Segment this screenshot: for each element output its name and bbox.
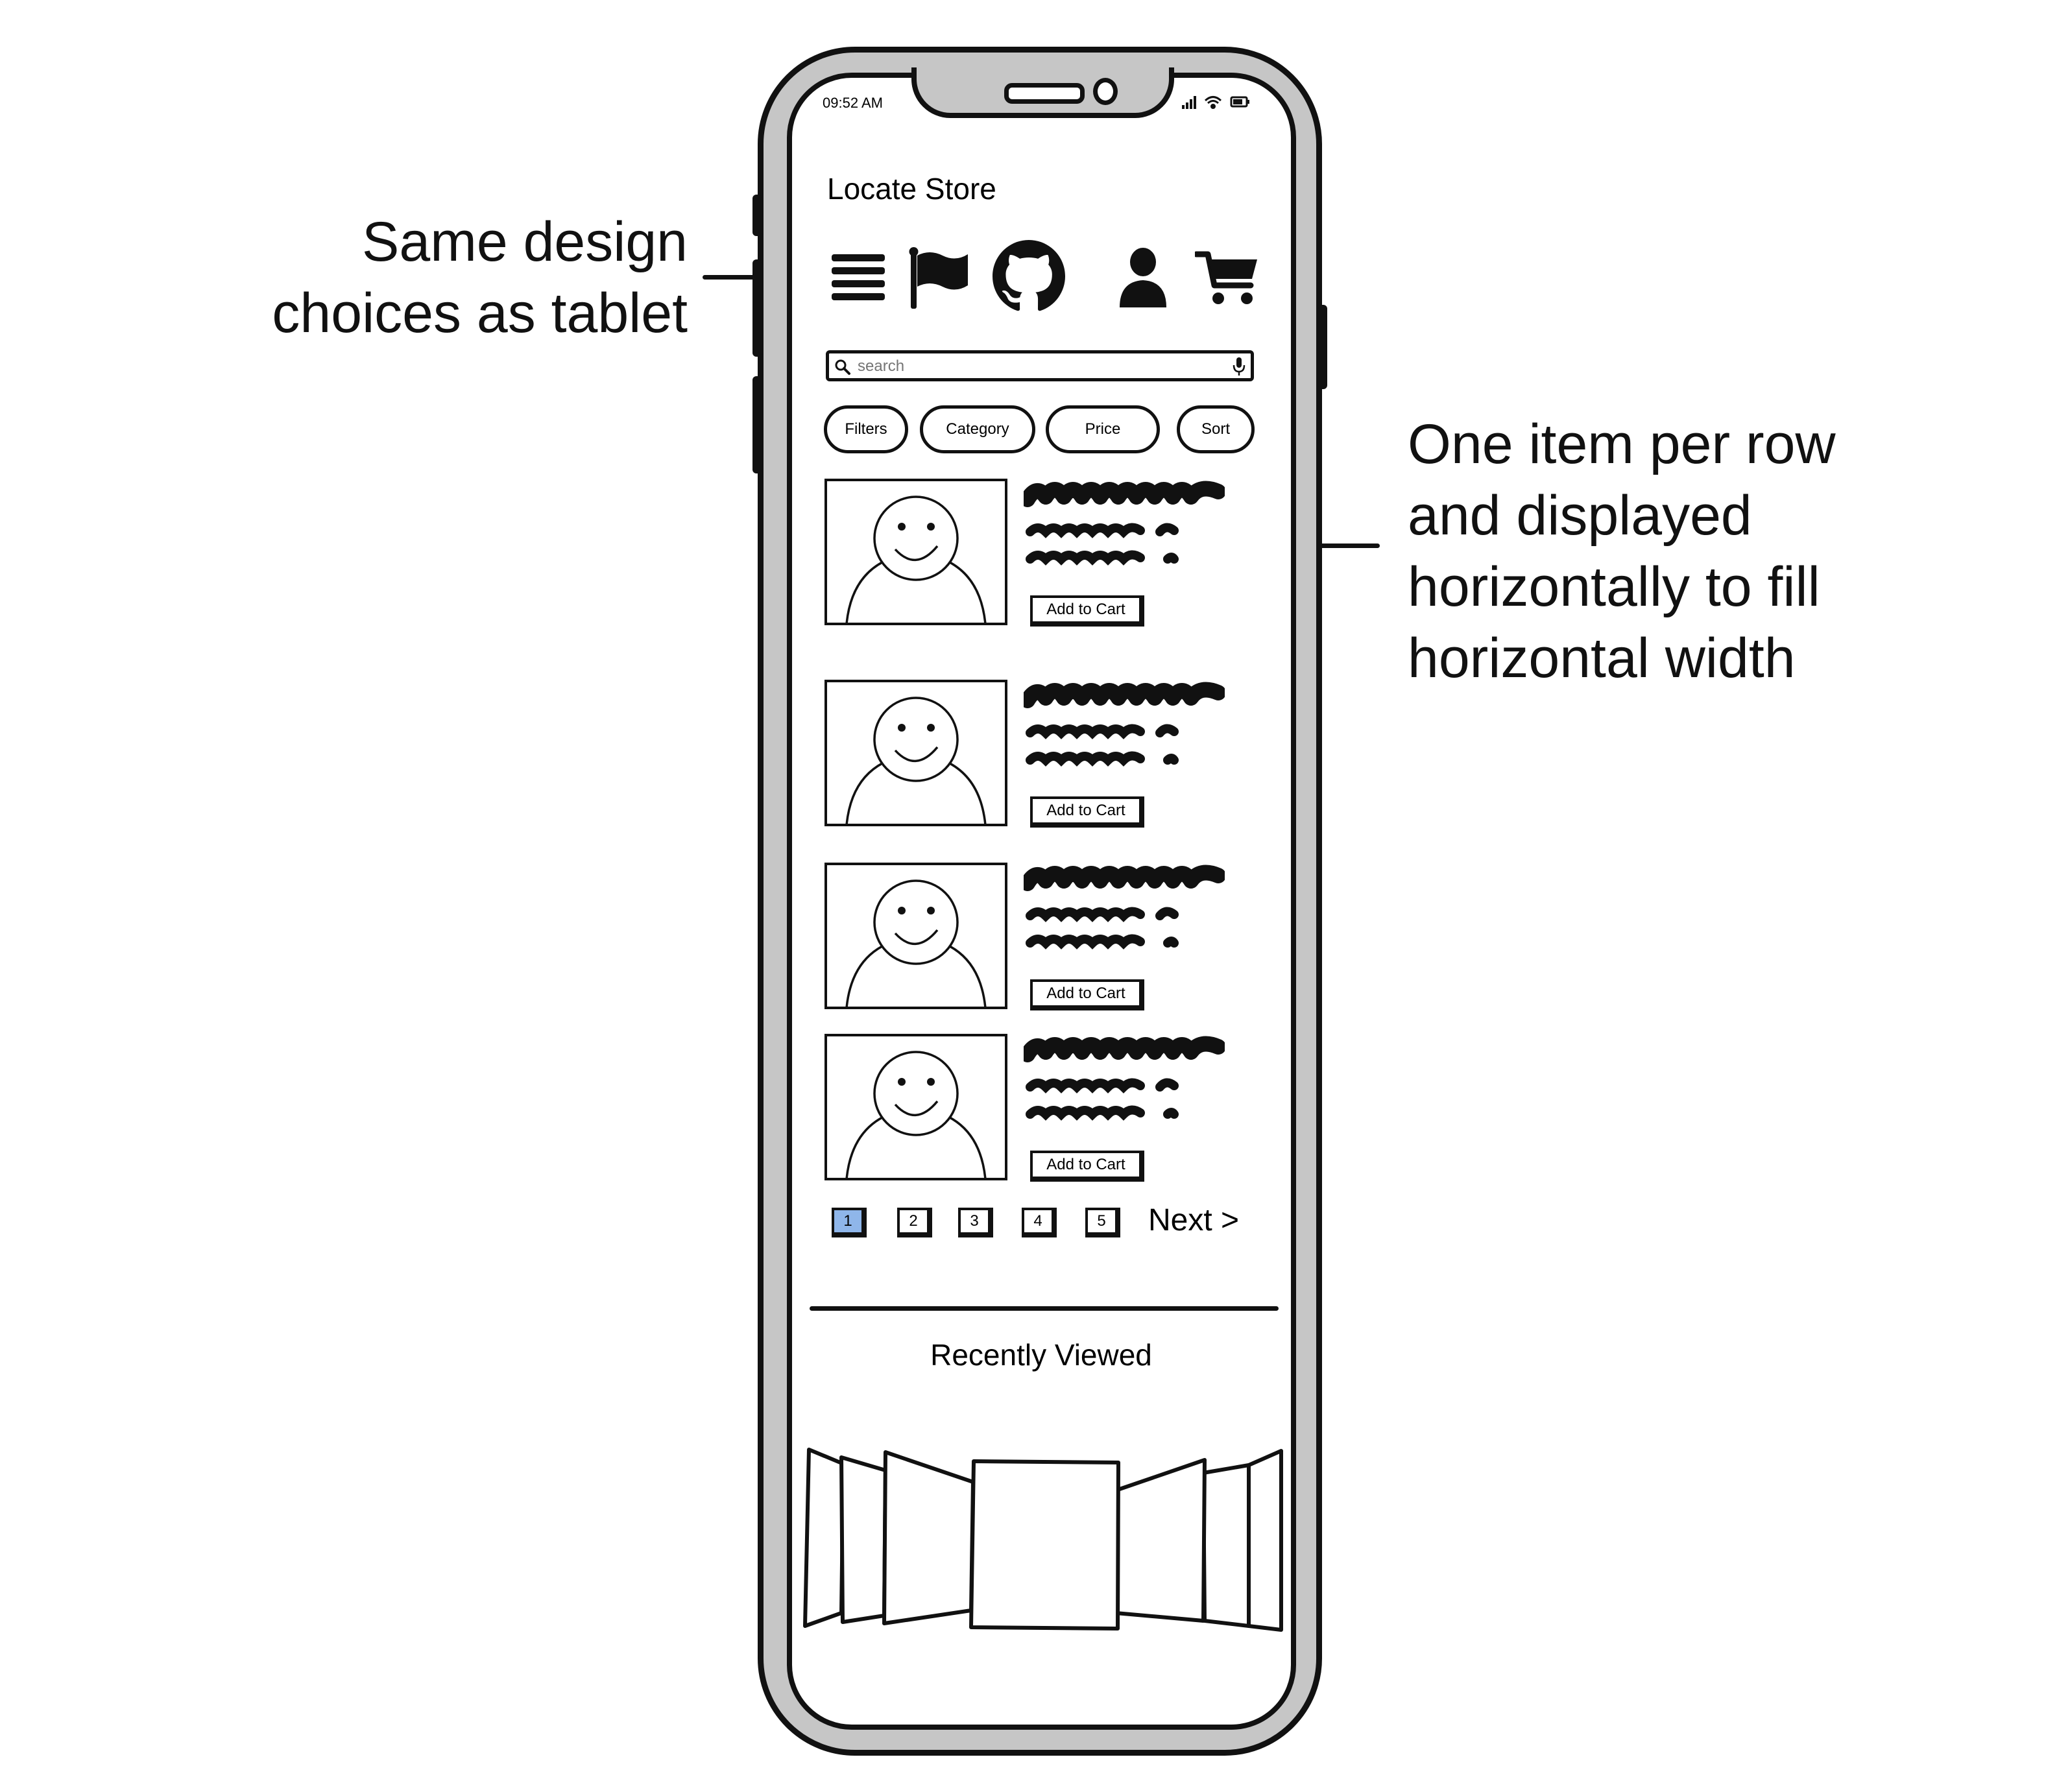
product-image[interactable] (824, 1034, 1007, 1180)
product-description-scribble (1024, 865, 1225, 950)
add-to-cart-button[interactable]: Add to Cart (1030, 796, 1144, 828)
annotation-right-line-1: One item per row (1408, 413, 1836, 475)
add-to-cart-button[interactable]: Add to Cart (1030, 1151, 1144, 1182)
section-divider (810, 1306, 1279, 1311)
search-input[interactable] (858, 356, 1221, 377)
add-to-cart-button[interactable]: Add to Cart (1030, 595, 1144, 627)
wifi-icon (1204, 96, 1222, 109)
annotation-left-line-1: Same design (362, 211, 688, 273)
filters-button-label: Filters (845, 420, 887, 438)
add-to-cart-button[interactable]: Add to Cart (1030, 979, 1144, 1010)
phone-mute-switch (752, 195, 762, 236)
annotation-right: One item per row and displayed horizonta… (1408, 409, 2056, 694)
person-placeholder-icon (845, 697, 987, 824)
annotation-left-line-2: choices as tablet (272, 282, 688, 344)
sort-button[interactable]: Sort (1177, 405, 1255, 453)
annotation-right-line-3: horizontally to fill (1408, 556, 1820, 618)
page-button-5[interactable]: 5 (1085, 1208, 1120, 1237)
microphone-icon[interactable] (1231, 356, 1247, 377)
product-image[interactable] (824, 863, 1007, 1009)
carousel-card-right-3 (1247, 1449, 1283, 1632)
recently-viewed-title: Recently Viewed (930, 1338, 1152, 1372)
category-button[interactable]: Category (920, 405, 1035, 453)
category-button-label: Category (946, 420, 1009, 438)
product-description-scribble (1024, 1036, 1225, 1121)
product-image[interactable] (824, 680, 1007, 826)
page-button-4[interactable]: 4 (1022, 1208, 1057, 1237)
carousel-card-left-3 (803, 1448, 845, 1628)
page-number: 1 (843, 1212, 852, 1230)
carousel-card-center (969, 1459, 1120, 1631)
recently-viewed-carousel[interactable] (801, 1443, 1288, 1638)
person-placeholder-icon (845, 879, 987, 1007)
phone-power-button (1318, 305, 1327, 389)
product-description-scribble (1024, 481, 1225, 566)
next-page-link[interactable]: Next > (1148, 1202, 1239, 1238)
annotation-left: Same design choices as tablet (117, 206, 688, 349)
person-placeholder-icon (845, 1051, 987, 1178)
status-time: 09:52 AM (823, 95, 883, 111)
user-icon[interactable] (1117, 246, 1169, 310)
carousel-card-right-2 (1201, 1463, 1251, 1628)
cart-icon[interactable] (1195, 249, 1260, 309)
store-title: Locate Store (827, 172, 996, 206)
search-icon (835, 359, 850, 375)
carousel-card-right-1 (1114, 1458, 1207, 1623)
search-bar[interactable] (826, 350, 1254, 381)
add-to-cart-label: Add to Cart (1046, 802, 1125, 819)
camera-icon (1093, 78, 1118, 105)
product-image[interactable] (824, 479, 1007, 625)
price-button-label: Price (1085, 420, 1121, 438)
page-number: 4 (1033, 1212, 1042, 1230)
phone-volume-down (752, 376, 762, 473)
speaker-icon (1004, 83, 1085, 104)
page-button-2[interactable]: 2 (897, 1208, 932, 1237)
page-number: 5 (1097, 1212, 1106, 1230)
phone-volume-up (752, 259, 762, 357)
status-icons (1182, 96, 1249, 109)
page-button-1[interactable]: 1 (832, 1208, 867, 1237)
annotation-right-line-2: and displayed (1408, 484, 1752, 547)
github-icon[interactable] (993, 240, 1065, 313)
flag-icon[interactable] (907, 246, 972, 311)
price-button[interactable]: Price (1046, 405, 1160, 453)
annotation-right-line-4: horizontal width (1408, 627, 1796, 689)
page-number: 2 (909, 1212, 918, 1230)
add-to-cart-label: Add to Cart (1046, 601, 1125, 618)
carousel-card-left-1 (882, 1450, 975, 1625)
product-description-scribble (1024, 682, 1225, 767)
battery-icon (1230, 96, 1249, 108)
page-button-3[interactable]: 3 (958, 1208, 993, 1237)
add-to-cart-label: Add to Cart (1046, 985, 1125, 1002)
sort-button-label: Sort (1201, 420, 1230, 438)
carousel-card-left-2 (839, 1455, 887, 1624)
add-to-cart-label: Add to Cart (1046, 1156, 1125, 1173)
page-number: 3 (970, 1212, 979, 1230)
signal-icon (1182, 96, 1196, 109)
hamburger-menu-icon[interactable] (829, 252, 887, 302)
filters-button[interactable]: Filters (824, 405, 908, 453)
person-placeholder-icon (845, 496, 987, 623)
